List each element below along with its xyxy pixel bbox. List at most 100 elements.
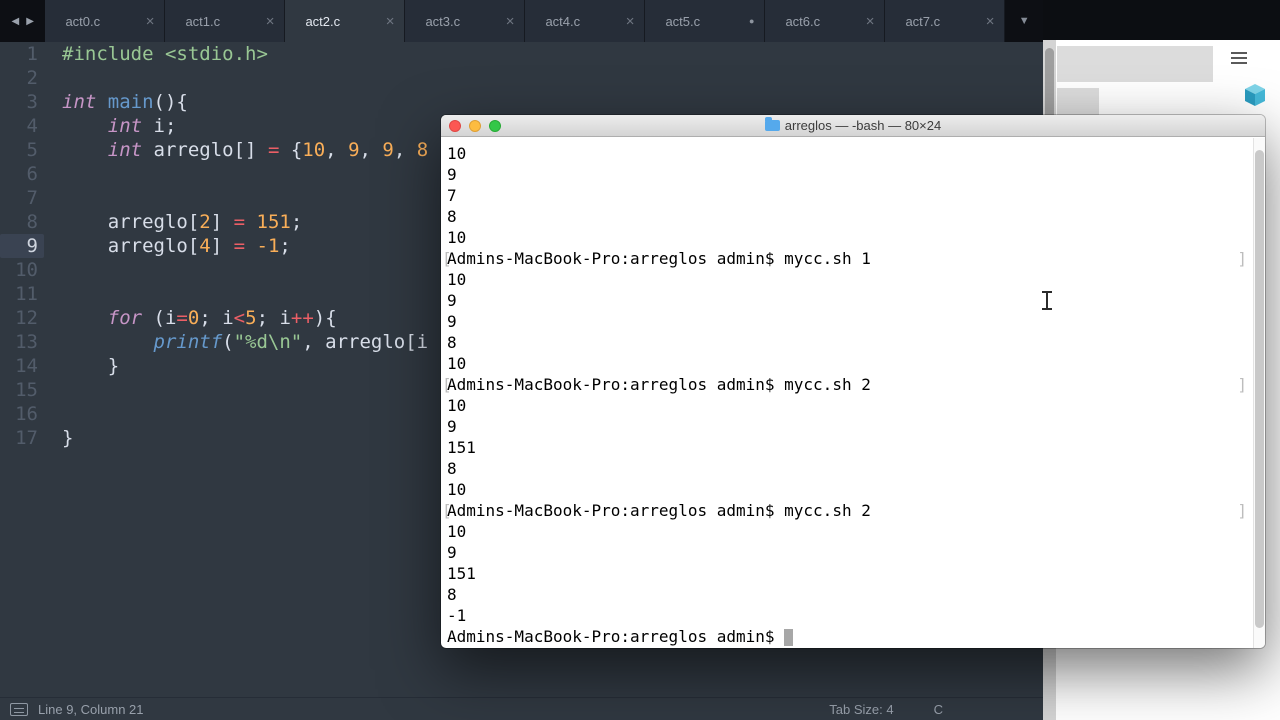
tab-scroll-right-icon[interactable]: ▶: [26, 16, 34, 27]
terminal-line: 8: [447, 332, 1247, 353]
tab-label: act5.c: [665, 13, 701, 29]
code-line[interactable]: 2: [0, 66, 1043, 90]
terminal-scrollbar-handle[interactable]: [1255, 150, 1264, 628]
terminal-line: 8: [447, 458, 1247, 479]
tab-label: act3.c: [425, 13, 461, 29]
terminal-text: 9: [447, 543, 457, 562]
terminal-text: Admins-MacBook-Pro:arreglos admin$ mycc.…: [447, 501, 871, 520]
tab-scroll-arrows: ◀ ▶: [0, 0, 46, 42]
terminal-content[interactable]: 10 9 7 8 10[Admins-MacBook-Pro:arreglos admi…: [441, 138, 1253, 648]
current-line-number: 9: [0, 234, 44, 258]
code-text: arreglo[4] = -1;: [62, 235, 291, 257]
tab-size-label[interactable]: Tab Size: 4: [829, 702, 893, 717]
terminal-titlebar[interactable]: arreglos — -bash — 80×24: [441, 115, 1265, 137]
prompt-mark-left: [: [442, 249, 452, 268]
line-number: 3: [26, 91, 38, 113]
tab-strip: act0.c × act1.c × act2.c × act3.c × act4.c × act5.…: [45, 0, 1006, 42]
tab-act0.c[interactable]: act0.c ×: [45, 0, 166, 42]
close-tab-icon[interactable]: ×: [986, 14, 995, 29]
code-text: }: [62, 355, 120, 377]
tab-overflow-button[interactable]: ▼: [1005, 0, 1043, 42]
tab-act5.c[interactable]: act5.c ●: [645, 0, 766, 42]
terminal-line: 10: [447, 521, 1247, 542]
status-bar-icon[interactable]: [10, 702, 28, 716]
tab-label: act6.c: [785, 13, 821, 29]
terminal-text: 10: [447, 144, 467, 163]
terminal-text: 10: [447, 354, 467, 373]
line-number: 7: [26, 187, 38, 209]
terminal-text: Admins-MacBook-Pro:arreglos admin$: [447, 627, 785, 646]
background-content-block: [1057, 46, 1213, 82]
tab-label: act0.c: [65, 13, 101, 29]
code-line[interactable]: 1 #include <stdio.h>: [0, 42, 1043, 66]
terminal-line: 9: [447, 311, 1247, 332]
terminal-scrollbar[interactable]: [1253, 138, 1265, 648]
line-number: 17: [15, 427, 38, 449]
line-number: 13: [15, 331, 38, 353]
close-tab-icon[interactable]: ×: [146, 14, 155, 29]
tab-label: act1.c: [185, 13, 221, 29]
terminal-line: [Admins-MacBook-Pro:arreglos admin$ mycc…: [442, 374, 1247, 395]
line-number: 2: [26, 67, 38, 89]
code-text: arreglo[2] = 151;: [62, 211, 303, 233]
line-number: 10: [15, 259, 38, 281]
code-text: int arreglo[] = {10, 9, 9, 8: [107, 139, 429, 161]
terminal-line: 9: [447, 416, 1247, 437]
terminal-text: 8: [447, 585, 457, 604]
code-text: for (i=0; i<5; i++){: [107, 307, 337, 329]
close-tab-icon[interactable]: ×: [266, 14, 275, 29]
terminal-text: 9: [447, 291, 457, 310]
tab-act3.c[interactable]: act3.c ×: [405, 0, 526, 42]
close-tab-icon[interactable]: ×: [626, 14, 635, 29]
terminal-line: 8: [447, 206, 1247, 227]
terminal-text: 8: [447, 459, 457, 478]
tab-scroll-left-icon[interactable]: ◀: [12, 16, 20, 27]
terminal-line: 151: [447, 563, 1247, 584]
tab-act2.c[interactable]: act2.c ×: [285, 0, 406, 42]
ibeam-mouse-cursor: [1041, 291, 1053, 310]
terminal-text: 9: [447, 417, 457, 436]
terminal-line: 9: [447, 290, 1247, 311]
terminal-text: 9: [447, 312, 457, 331]
code-text: int i;: [107, 115, 177, 137]
line-number: 8: [26, 211, 38, 233]
terminal-line: -1: [447, 605, 1247, 626]
terminal-window: arreglos — -bash — 80×24 10 9 7 8 10[Admins-…: [441, 115, 1265, 648]
prompt-mark-right: ]: [1237, 501, 1247, 520]
close-tab-icon[interactable]: ×: [386, 14, 395, 29]
terminal-line: [Admins-MacBook-Pro:arreglos admin$ mycc…: [442, 500, 1247, 521]
close-tab-icon[interactable]: ×: [866, 14, 875, 29]
terminal-line: 10: [447, 269, 1247, 290]
tab-act7.c[interactable]: act7.c ×: [885, 0, 1006, 42]
code-line[interactable]: 3 int main(){: [0, 90, 1043, 114]
tab-act1.c[interactable]: act1.c ×: [165, 0, 286, 42]
line-number: 12: [15, 307, 38, 329]
tab-act4.c[interactable]: act4.c ×: [525, 0, 646, 42]
modified-dot-icon[interactable]: ●: [749, 16, 754, 26]
terminal-text: 10: [447, 522, 467, 541]
terminal-line: 10: [447, 353, 1247, 374]
prompt-mark-left: [: [442, 375, 452, 394]
code-text: #include <stdio.h>: [62, 43, 268, 65]
tab-act6.c[interactable]: act6.c ×: [765, 0, 886, 42]
terminal-line: 7: [447, 185, 1247, 206]
close-tab-icon[interactable]: ×: [506, 14, 515, 29]
terminal-title-text: arreglos — -bash — 80×24: [784, 118, 942, 133]
terminal-text: 10: [447, 480, 467, 499]
code-text: int main(){: [62, 91, 188, 113]
syntax-label[interactable]: C: [934, 702, 943, 717]
code-text: printf("%d\n", arreglo[i: [153, 331, 429, 353]
terminal-text: 7: [447, 186, 457, 205]
terminal-line: 8: [447, 584, 1247, 605]
terminal-title: arreglos — -bash — 80×24: [441, 117, 1265, 133]
terminal-text: 9: [447, 165, 457, 184]
background-top-strip: [1043, 0, 1280, 40]
terminal-line: 10: [447, 479, 1247, 500]
line-number: 5: [26, 139, 38, 161]
